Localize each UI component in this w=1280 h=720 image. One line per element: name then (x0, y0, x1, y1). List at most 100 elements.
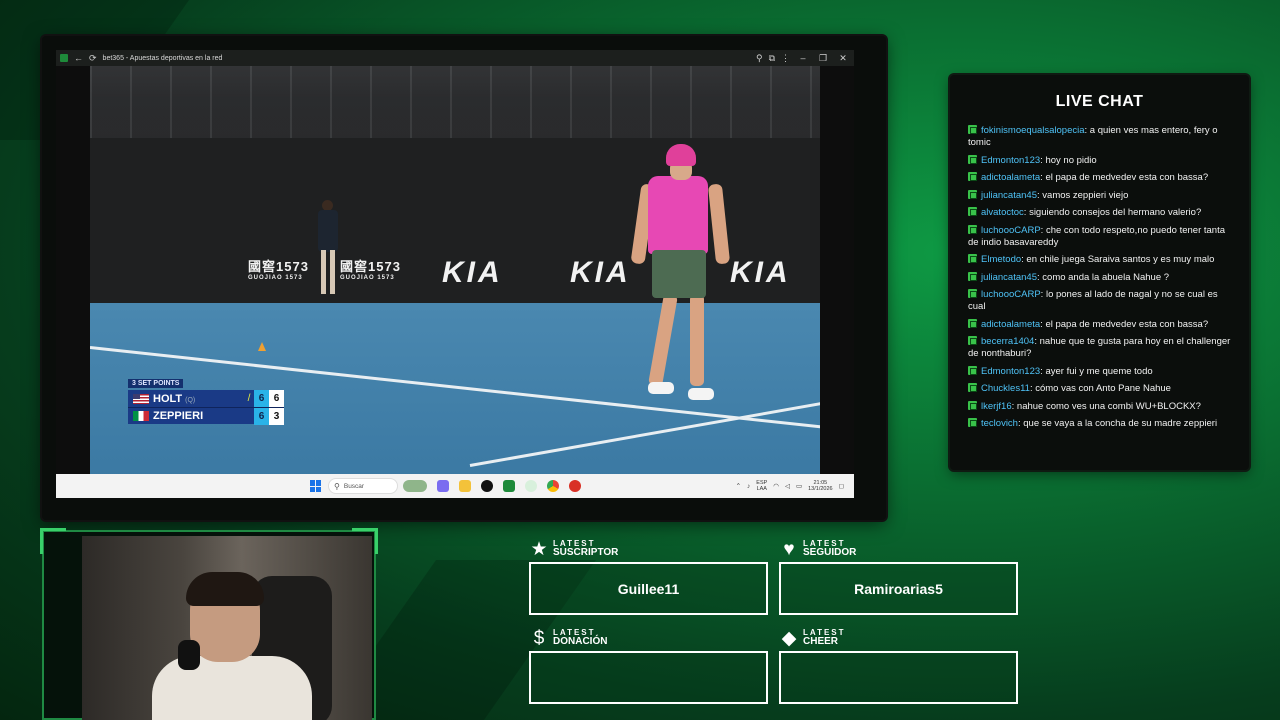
chat-message: Edmonton123: hoy no pidio (968, 154, 1234, 167)
chat-message: becerra1404: nahue que te gusta para hoy… (968, 336, 1231, 359)
chat-text: hoy no pidio (1045, 154, 1097, 166)
set-score: 3 (269, 407, 284, 425)
usa-flag-icon (133, 393, 149, 404)
chevron-up-icon[interactable]: ⌃ (736, 482, 741, 490)
back-arrow-icon[interactable]: ← (74, 53, 83, 63)
chat-username[interactable]: juliancatan45 (981, 272, 1037, 283)
chat-username[interactable]: Edmonton123 (981, 155, 1040, 166)
live-chat-panel: LIVE CHAT fokinismoequalsalopecia: a qui… (950, 75, 1249, 470)
chat-message: luchoooCARP: che con todo respeto,no pue… (968, 224, 1226, 248)
scoreboard: 3 SET POINTS HOLT (Q) / 6 6 ZEPPIERI 6 3 (128, 372, 284, 425)
notification-bell-icon[interactable]: ◻ (839, 482, 844, 490)
chat-message: lkerjf16: nahue como ves una combi WU+BL… (968, 400, 1234, 413)
wifi-icon[interactable]: ◠ (773, 482, 779, 490)
chat-badge-icon (968, 154, 977, 164)
windows-start-icon[interactable] (310, 480, 322, 492)
scoreboard-row: ZEPPIERI 6 3 (128, 407, 284, 425)
microphone-icon[interactable]: ♪ (747, 483, 750, 490)
chat-text: el papa de medvedev esta con bassa? (1045, 172, 1209, 183)
italy-flag-icon (133, 411, 149, 421)
file-explorer-icon[interactable] (459, 480, 471, 492)
chat-badge-icon (968, 289, 977, 298)
chat-badge-icon (968, 336, 977, 345)
chat-username[interactable]: fokinismoequalsalopecia (981, 125, 1085, 136)
scoreboard-row: HOLT (Q) / 6 6 (128, 390, 284, 407)
chat-badge-icon (968, 207, 977, 216)
chat-username[interactable]: teclovich (981, 418, 1018, 429)
sponsor-kia: KIA (442, 256, 503, 289)
chat-username[interactable]: luchoooCARP (981, 225, 1041, 236)
chat-username[interactable]: Edmonton123 (981, 366, 1040, 377)
whatsapp-icon[interactable] (525, 480, 537, 492)
restore-button[interactable]: ❐ (816, 53, 830, 63)
latest-cheer-widget: ◆ LATEST CHEER (779, 627, 1018, 704)
chat-message: juliancatan45: vamos zeppieri viejo (968, 189, 1234, 202)
chat-username[interactable]: adictoalameta (981, 319, 1040, 330)
weather-app-icon[interactable] (403, 480, 427, 492)
chat-badge-icon (968, 271, 977, 281)
reload-icon[interactable]: ⟳ (89, 53, 97, 63)
star-icon: ★ (530, 538, 548, 560)
install-app-icon[interactable]: ⧉ (769, 53, 775, 63)
chat-text: nahue como ves una combi WU+BLOCKX? (1016, 400, 1201, 412)
chat-message: Elmetodo: en chile juega Saraiva santos … (968, 254, 1234, 266)
chat-username[interactable]: becerra1404 (981, 336, 1034, 347)
latest-subscriber-widget: ★ LATEST SUSCRIPTOR Guillee11 (529, 538, 768, 615)
set-score: 6 (269, 390, 284, 407)
chat-badge-icon (968, 224, 977, 234)
browser-titlebar: ← ⟳ bet365 - Apuestas deportivas en la r… (56, 50, 854, 66)
bet365-app-icon[interactable] (503, 480, 515, 492)
tiktok-icon[interactable] (481, 480, 493, 492)
chat-username[interactable]: Chuckles11 (981, 383, 1030, 394)
battery-icon[interactable]: ▭ (796, 482, 802, 490)
chat-badge-icon (968, 418, 977, 427)
set-points-label: 3 SET POINTS (128, 379, 184, 388)
language-indicator[interactable]: ESP LAA (756, 480, 767, 492)
latest-follower-value: Ramiroarias5 (779, 562, 1018, 615)
chat-username[interactable]: luchoooCARP (981, 289, 1041, 300)
chat-username[interactable]: lkerjf16 (981, 401, 1012, 412)
chat-badge-icon (968, 318, 977, 328)
copilot-icon[interactable] (437, 480, 449, 492)
latest-follower-widget: ♥ LATEST SEGUIDOR Ramiroarias5 (779, 538, 1018, 615)
chat-username[interactable]: Elmetodo (981, 254, 1021, 265)
sponsor-guojiao: 國窖1573 GUOJIAO 1573 (248, 259, 309, 281)
chat-badge-icon (968, 400, 977, 410)
chat-badge-icon (968, 125, 977, 134)
match-video: 國窖1573 GUOJIAO 1573 國窖1573 GUOJIAO 1573 … (90, 66, 820, 474)
streaming-app-icon[interactable] (569, 480, 581, 492)
stadium-stands (90, 66, 820, 138)
chat-text: como anda la abuela Nahue ? (1042, 271, 1170, 283)
taskbar-search[interactable]: ⚲ Buscar (328, 478, 398, 494)
serve-indicator-icon: / (247, 393, 251, 404)
chat-message: Chuckles11: cómo vas con Anto Pane Nahue (968, 383, 1234, 395)
frame-corner-accent (40, 528, 66, 554)
chrome-icon[interactable] (547, 480, 559, 492)
chat-badge-icon (968, 189, 977, 199)
minimize-button[interactable]: – (796, 53, 810, 63)
chat-username[interactable]: juliancatan45 (981, 190, 1037, 201)
tennis-player (618, 144, 748, 434)
dollar-icon: $ (533, 627, 545, 649)
set-score: 6 (254, 407, 269, 425)
more-options-icon[interactable]: ⋮ (781, 53, 790, 63)
chat-text: que se vaya a la concha de su madre zepp… (1023, 418, 1218, 429)
player-name: ZEPPIERI (153, 410, 204, 422)
player-name: HOLT (Q) (153, 392, 196, 405)
chat-text: vamos zeppieri viejo (1042, 189, 1129, 201)
chat-text: cómo vas con Anto Pane Nahue (1035, 383, 1171, 394)
chat-username[interactable]: alvatoctoc (981, 207, 1024, 218)
zoom-icon[interactable]: ⚲ (756, 53, 763, 63)
microphone-icon (178, 640, 200, 670)
windows-taskbar: ⚲ Buscar ⌃ ♪ ESP LAA ◠ ◁ ▭ 21:05 13/1/2026… (56, 474, 854, 498)
volume-icon[interactable]: ◁ (785, 482, 790, 490)
taskbar-clock[interactable]: 21:05 13/1/2026 (808, 480, 832, 492)
chat-text: el papa de medvedev esta con bassa? (1045, 318, 1209, 330)
video-player[interactable]: 國窖1573 GUOJIAO 1573 國窖1573 GUOJIAO 1573 … (56, 66, 854, 474)
webcam-feed (82, 536, 372, 720)
chat-title: LIVE CHAT (1055, 93, 1144, 110)
chat-message: luchoooCARP: lo pones al lado de nagal y… (968, 289, 1218, 312)
chat-username[interactable]: adictoalameta (981, 172, 1040, 183)
chat-message: adictoalameta: el papa de medvedev esta … (968, 318, 1234, 331)
close-button[interactable]: ✕ (836, 53, 850, 63)
